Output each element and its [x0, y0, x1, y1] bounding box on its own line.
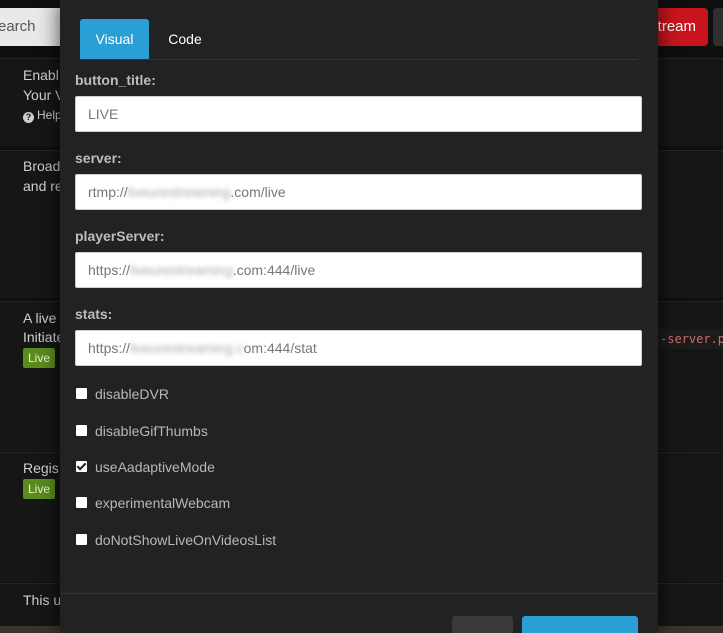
- save-button[interactable]: [522, 616, 638, 633]
- panel-text: Regis: [23, 460, 59, 476]
- panel-text: Initiate: [23, 329, 65, 345]
- server-input[interactable]: rtmp://liveurestreaming.com/live: [75, 174, 642, 210]
- checkbox-row-do-not-show-live[interactable]: doNotShowLiveOnVideosList: [76, 531, 276, 548]
- panel-text: Your V: [23, 87, 65, 103]
- cancel-button[interactable]: [452, 616, 513, 633]
- help-link[interactable]: ? Help: [23, 108, 62, 123]
- modal-footer-divider: [60, 593, 658, 594]
- panel-text: Broad: [23, 158, 61, 174]
- live-badge: Live: [23, 479, 56, 499]
- checkbox-row-use-adaptive-mode[interactable]: useAadaptiveMode: [76, 458, 215, 475]
- panel-text: A live: [23, 310, 57, 326]
- button-title-label: button_title:: [75, 72, 156, 88]
- panel-text: and re: [23, 178, 63, 194]
- player-server-label: playerServer:: [75, 228, 165, 244]
- checkbox-experimental-webcam[interactable]: [76, 497, 87, 509]
- button-title-input[interactable]: LIVE: [75, 96, 642, 132]
- live-badge: Live: [23, 348, 56, 368]
- tab-code[interactable]: Code: [152, 19, 218, 59]
- question-circle-icon: ?: [23, 112, 34, 123]
- checkbox-row-disable-gif-thumbs[interactable]: disableGifThumbs: [76, 422, 208, 439]
- editor-tabs: Visual Code: [80, 19, 638, 60]
- panel-text: Enabl: [23, 67, 59, 83]
- checkbox-disable-dvr[interactable]: [76, 388, 87, 400]
- player-server-input[interactable]: https://liveurestreaming.com:444/live: [75, 252, 642, 288]
- stats-label: stats:: [75, 306, 113, 322]
- checkbox-use-adaptive-mode[interactable]: [76, 461, 87, 473]
- code-snippet: -server.p: [658, 329, 723, 349]
- checkbox-do-not-show-live[interactable]: [76, 534, 87, 546]
- checkbox-row-experimental-webcam[interactable]: experimentalWebcam: [76, 494, 230, 511]
- panel-text: This u: [23, 592, 62, 608]
- checkbox-row-disable-dvr[interactable]: disableDVR: [76, 385, 169, 402]
- page-root: earch tream Enabl Your V ? Help Broad and…: [0, 0, 723, 633]
- server-label: server:: [75, 150, 122, 166]
- stats-input[interactable]: https://liveurestreaming.com:444/stat: [75, 330, 642, 366]
- tab-visual[interactable]: Visual: [80, 19, 149, 59]
- plugin-settings-modal: Visual Code button_title: LIVE server: r…: [60, 0, 658, 633]
- header-extra-button[interactable]: [713, 8, 723, 46]
- checkbox-disable-gif-thumbs[interactable]: [76, 425, 87, 437]
